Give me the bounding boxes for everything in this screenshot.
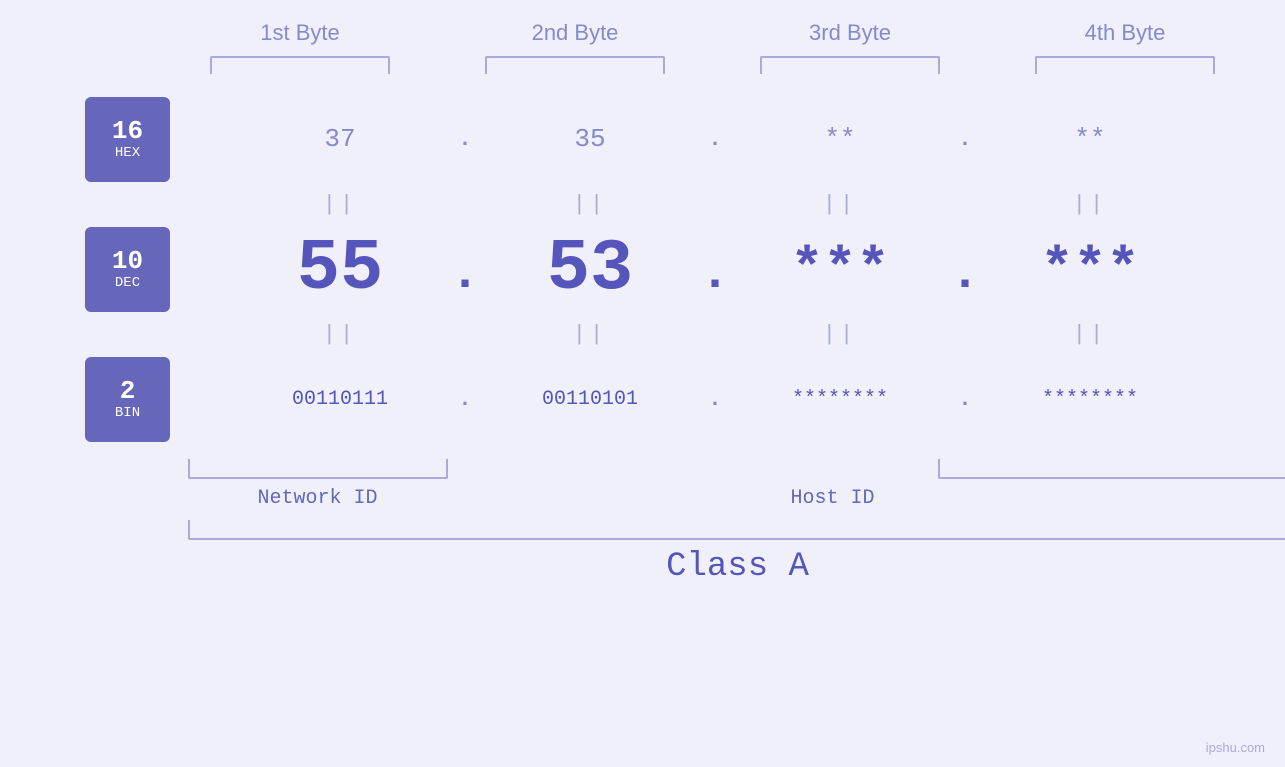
bin-byte-3: ********: [730, 388, 950, 411]
equals-3: ||: [730, 192, 950, 217]
equals-7: ||: [730, 322, 950, 347]
equals-8: ||: [980, 322, 1200, 347]
bin-byte-4: ********: [980, 388, 1200, 411]
dec-byte-4: ***: [980, 238, 1200, 301]
bottom-section: Network ID Host ID: [188, 449, 1285, 510]
bracket-3: [760, 56, 940, 74]
bin-byte-2: 00110101: [480, 388, 700, 411]
equals-row-2: || || || ||: [85, 314, 1200, 354]
dec-byte-2: 53: [480, 228, 700, 310]
class-bracket: [188, 520, 1285, 540]
byte-header-2: 2nd Byte: [465, 20, 685, 46]
equals-2: ||: [480, 192, 700, 217]
byte-header-1: 1st Byte: [190, 20, 410, 46]
watermark: ipshu.com: [1206, 740, 1265, 755]
byte-header-4: 4th Byte: [1015, 20, 1235, 46]
bin-row: 2 BIN 00110111 . 00110101 . ******** . *…: [85, 354, 1200, 444]
dec-byte-1: 55: [230, 228, 450, 310]
main-container: 1st Byte 2nd Byte 3rd Byte 4th Byte 16 H…: [0, 0, 1285, 767]
dec-dot-2: .: [700, 246, 730, 303]
dec-badge: 10 DEC: [85, 227, 170, 312]
hex-dot-3: .: [950, 127, 980, 152]
equals-row-1: || || || ||: [85, 184, 1200, 224]
top-brackets: [163, 56, 1263, 74]
equals-1: ||: [230, 192, 450, 217]
bottom-brackets: [188, 449, 1285, 479]
byte-header-3: 3rd Byte: [740, 20, 960, 46]
bracket-2: [485, 56, 665, 74]
dec-dot-1: .: [450, 246, 480, 303]
hex-dot-1: .: [450, 127, 480, 152]
hex-values: 37 . 35 . ** . **: [230, 124, 1200, 154]
host-bracket: [938, 459, 1285, 479]
host-id-label: Host ID: [458, 487, 1208, 510]
dec-byte-3: ***: [730, 238, 950, 301]
equals-6: ||: [480, 322, 700, 347]
dec-row: 10 DEC 55 . 53 . *** . ***: [85, 224, 1200, 314]
hex-byte-3: **: [730, 124, 950, 154]
id-labels: Network ID Host ID: [188, 487, 1285, 510]
class-row: Class A: [188, 520, 1285, 586]
hex-byte-2: 35: [480, 124, 700, 154]
bracket-4: [1035, 56, 1215, 74]
hex-byte-4: **: [980, 124, 1200, 154]
bin-byte-1: 00110111: [230, 388, 450, 411]
dec-values: 55 . 53 . *** . ***: [230, 228, 1200, 310]
hex-row: 16 HEX 37 . 35 . ** . **: [85, 94, 1200, 184]
bin-values: 00110111 . 00110101 . ******** . *******…: [230, 387, 1200, 412]
equals-5: ||: [230, 322, 450, 347]
byte-headers-row: 1st Byte 2nd Byte 3rd Byte 4th Byte: [163, 20, 1263, 46]
hex-byte-1: 37: [230, 124, 450, 154]
bin-badge: 2 BIN: [85, 357, 170, 442]
equals-4: ||: [980, 192, 1200, 217]
bracket-1: [210, 56, 390, 74]
network-id-label: Network ID: [188, 487, 448, 510]
hex-badge: 16 HEX: [85, 97, 170, 182]
network-bracket: [188, 459, 448, 479]
hex-dot-2: .: [700, 127, 730, 152]
bin-dot-1: .: [450, 387, 480, 412]
dec-dot-3: .: [950, 246, 980, 303]
bin-dot-3: .: [950, 387, 980, 412]
class-label: Class A: [188, 548, 1285, 586]
bin-dot-2: .: [700, 387, 730, 412]
